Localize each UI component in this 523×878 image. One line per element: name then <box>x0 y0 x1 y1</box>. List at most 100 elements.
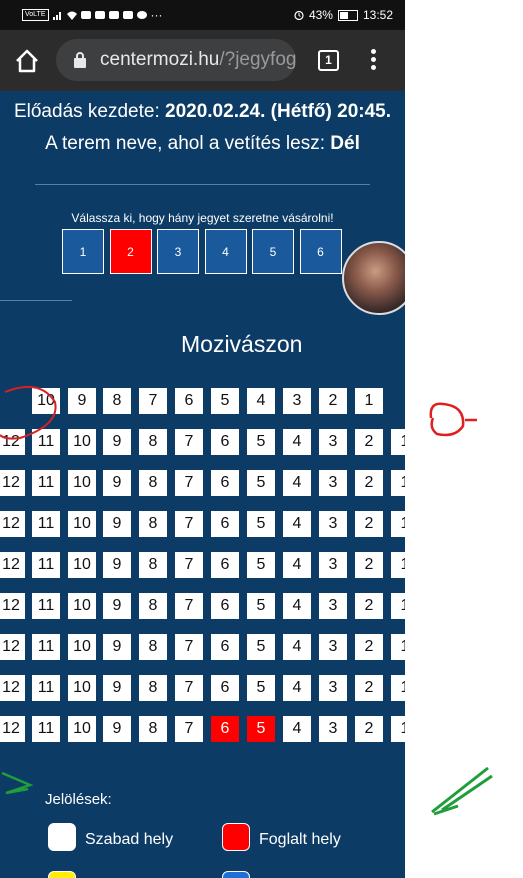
seat-row1-1[interactable]: 1 <box>354 387 384 415</box>
seat-row5-5[interactable]: 5 <box>246 551 276 579</box>
seat-row7-10[interactable]: 10 <box>67 633 97 661</box>
seat-row4-4[interactable]: 4 <box>282 510 312 538</box>
seat-row3-5[interactable]: 5 <box>246 469 276 497</box>
address-bar[interactable]: centermozi.hu/?jegyfog <box>56 39 296 81</box>
seat-row6-11[interactable]: 11 <box>31 592 61 620</box>
seat-row6-9[interactable]: 9 <box>102 592 132 620</box>
seat-row6-6[interactable]: 6 <box>210 592 240 620</box>
seat-row7-12[interactable]: 12 <box>0 633 26 661</box>
seat-row7-7[interactable]: 7 <box>174 633 204 661</box>
seat-row5-2[interactable]: 2 <box>354 551 384 579</box>
seat-row1-7[interactable]: 7 <box>138 387 168 415</box>
seat-row7-9[interactable]: 9 <box>102 633 132 661</box>
seat-row9-9[interactable]: 9 <box>102 715 132 743</box>
seat-row9-11[interactable]: 11 <box>31 715 61 743</box>
seat-row1-3[interactable]: 3 <box>282 387 312 415</box>
seat-row3-2[interactable]: 2 <box>354 469 384 497</box>
seat-row9-8[interactable]: 8 <box>138 715 168 743</box>
seat-row7-11[interactable]: 11 <box>31 633 61 661</box>
seat-row1-4[interactable]: 4 <box>246 387 276 415</box>
seat-row5-8[interactable]: 8 <box>138 551 168 579</box>
seat-row6-7[interactable]: 7 <box>174 592 204 620</box>
ticket-qty-option-2[interactable]: 2 <box>109 229 152 274</box>
seat-row2-10[interactable]: 10 <box>67 428 97 456</box>
seat-row7-2[interactable]: 2 <box>354 633 384 661</box>
seat-row4-12[interactable]: 12 <box>0 510 26 538</box>
seat-row3-4[interactable]: 4 <box>282 469 312 497</box>
seat-row9-10[interactable]: 10 <box>67 715 97 743</box>
seat-row4-10[interactable]: 10 <box>67 510 97 538</box>
seat-row4-3[interactable]: 3 <box>318 510 348 538</box>
seat-row2-8[interactable]: 8 <box>138 428 168 456</box>
seat-row5-9[interactable]: 9 <box>102 551 132 579</box>
seat-row9-7[interactable]: 7 <box>174 715 204 743</box>
seat-row4-1[interactable]: 1 <box>390 510 405 538</box>
seat-row1-5[interactable]: 5 <box>210 387 240 415</box>
seat-row3-6[interactable]: 6 <box>210 469 240 497</box>
seat-row6-3[interactable]: 3 <box>318 592 348 620</box>
seat-row2-6[interactable]: 6 <box>210 428 240 456</box>
seat-row3-7[interactable]: 7 <box>174 469 204 497</box>
seat-row2-9[interactable]: 9 <box>102 428 132 456</box>
seat-row3-8[interactable]: 8 <box>138 469 168 497</box>
seat-row9-1[interactable]: 1 <box>390 715 405 743</box>
seat-row3-11[interactable]: 11 <box>31 469 61 497</box>
seat-row4-2[interactable]: 2 <box>354 510 384 538</box>
seat-row6-4[interactable]: 4 <box>282 592 312 620</box>
seat-row5-6[interactable]: 6 <box>210 551 240 579</box>
seat-row1-8[interactable]: 8 <box>102 387 132 415</box>
seat-row2-2[interactable]: 2 <box>354 428 384 456</box>
ticket-qty-option-4[interactable]: 4 <box>204 229 247 274</box>
seat-row8-12[interactable]: 12 <box>0 674 26 702</box>
tab-switcher-button[interactable]: 1 <box>318 50 339 71</box>
seat-row7-3[interactable]: 3 <box>318 633 348 661</box>
seat-row2-4[interactable]: 4 <box>282 428 312 456</box>
seat-row1-9[interactable]: 9 <box>67 387 97 415</box>
seat-row9-12[interactable]: 12 <box>0 715 26 743</box>
home-icon[interactable] <box>14 48 40 74</box>
seat-row7-4[interactable]: 4 <box>282 633 312 661</box>
ticket-qty-option-5[interactable]: 5 <box>252 229 294 274</box>
seat-row9-3[interactable]: 3 <box>318 715 348 743</box>
seat-row4-11[interactable]: 11 <box>31 510 61 538</box>
seat-row7-8[interactable]: 8 <box>138 633 168 661</box>
seat-row3-9[interactable]: 9 <box>102 469 132 497</box>
seat-row6-2[interactable]: 2 <box>354 592 384 620</box>
seat-row2-5[interactable]: 5 <box>246 428 276 456</box>
seat-row6-10[interactable]: 10 <box>67 592 97 620</box>
seat-row6-5[interactable]: 5 <box>246 592 276 620</box>
seat-row6-1[interactable]: 1 <box>390 592 405 620</box>
ticket-qty-option-3[interactable]: 3 <box>157 229 199 274</box>
seat-row8-7[interactable]: 7 <box>174 674 204 702</box>
seat-row8-1[interactable]: 1 <box>390 674 405 702</box>
seat-row3-10[interactable]: 10 <box>67 469 97 497</box>
seat-row9-5[interactable]: 5 <box>246 715 276 743</box>
seat-row2-7[interactable]: 7 <box>174 428 204 456</box>
seat-row8-2[interactable]: 2 <box>354 674 384 702</box>
seat-row7-6[interactable]: 6 <box>210 633 240 661</box>
seat-row4-7[interactable]: 7 <box>174 510 204 538</box>
seat-row3-1[interactable]: 1 <box>390 469 405 497</box>
seat-row5-11[interactable]: 11 <box>31 551 61 579</box>
overflow-menu-icon[interactable] <box>371 49 377 73</box>
seat-row3-12[interactable]: 12 <box>0 469 26 497</box>
seat-row6-12[interactable]: 12 <box>0 592 26 620</box>
seat-row9-6[interactable]: 6 <box>210 715 240 743</box>
seat-row8-9[interactable]: 9 <box>102 674 132 702</box>
seat-row5-1[interactable]: 1 <box>390 551 405 579</box>
seat-row7-5[interactable]: 5 <box>246 633 276 661</box>
seat-row5-4[interactable]: 4 <box>282 551 312 579</box>
seat-row6-8[interactable]: 8 <box>138 592 168 620</box>
seat-row5-3[interactable]: 3 <box>318 551 348 579</box>
seat-row9-4[interactable]: 4 <box>282 715 312 743</box>
seat-row8-4[interactable]: 4 <box>282 674 312 702</box>
seat-row4-8[interactable]: 8 <box>138 510 168 538</box>
seat-row2-3[interactable]: 3 <box>318 428 348 456</box>
seat-row1-6[interactable]: 6 <box>174 387 204 415</box>
seat-row8-3[interactable]: 3 <box>318 674 348 702</box>
seat-row8-6[interactable]: 6 <box>210 674 240 702</box>
seat-row4-9[interactable]: 9 <box>102 510 132 538</box>
seat-row5-7[interactable]: 7 <box>174 551 204 579</box>
seat-row8-10[interactable]: 10 <box>67 674 97 702</box>
avatar[interactable] <box>342 241 405 315</box>
